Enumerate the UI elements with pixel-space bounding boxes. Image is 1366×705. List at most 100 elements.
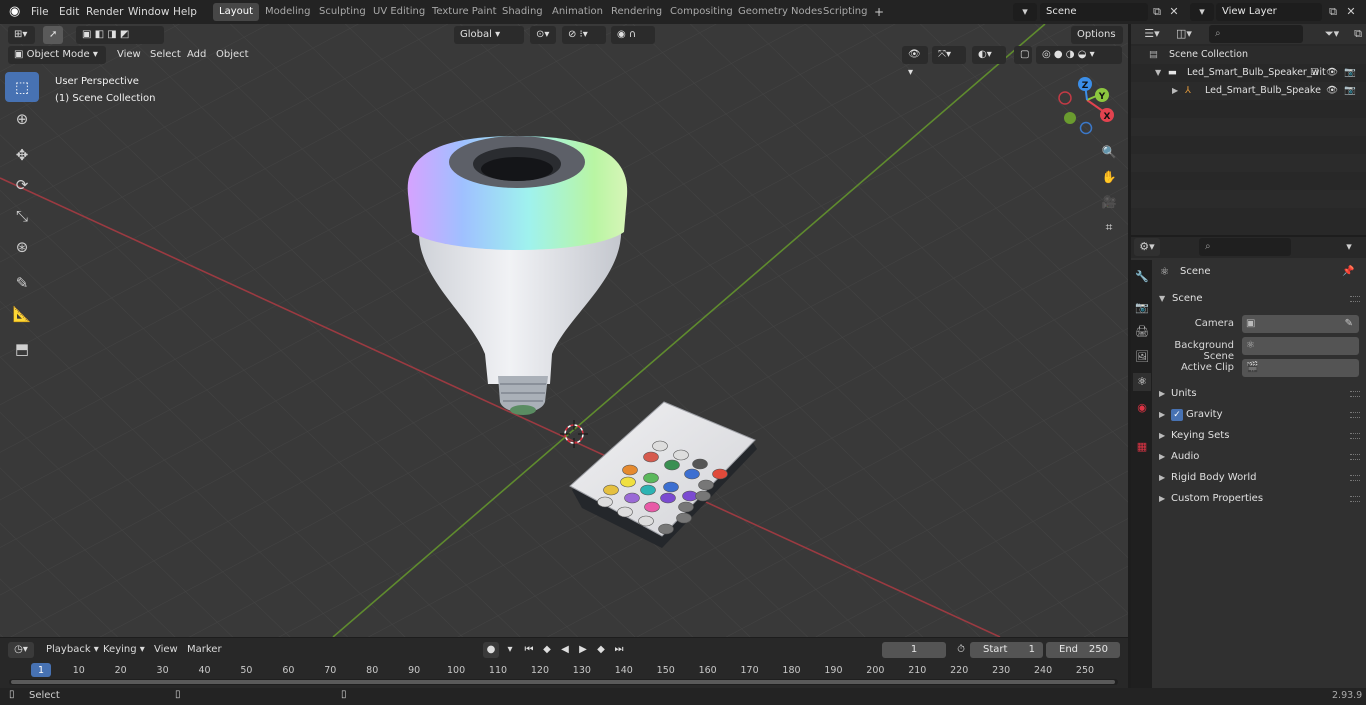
tab-scripting[interactable]: Scripting	[817, 3, 873, 21]
editor-type-icon[interactable]: ⊞▾	[8, 26, 35, 44]
tab-output-icon[interactable]: 🖨	[1133, 323, 1151, 341]
filter-icon[interactable]: ⏷▾	[1319, 25, 1345, 43]
shading-mode-icons[interactable]: ◎ ● ◑ ◒ ▾	[1036, 46, 1122, 64]
gizmo-toggle-icon[interactable]: ⤧▾	[932, 46, 966, 64]
tab-sculpting[interactable]: Sculpting	[313, 3, 372, 21]
record-icon[interactable]: ●	[483, 642, 499, 658]
drag-grip-icon[interactable]	[1350, 475, 1360, 481]
options-button[interactable]: Options	[1071, 26, 1123, 44]
proportional-edit-icon[interactable]: ◉ ∩	[611, 26, 655, 44]
menu-help[interactable]: Help	[173, 4, 197, 20]
menu-render[interactable]: Render	[86, 4, 123, 20]
tab-texture-paint[interactable]: Texture Paint	[426, 3, 503, 21]
new-collection-icon[interactable]: ⧉	[1349, 25, 1366, 43]
tab-scene-icon[interactable]: ⚛	[1133, 373, 1151, 391]
transform-tool-icon[interactable]: ⊛	[5, 232, 39, 262]
overlays-toggle-icon[interactable]: ◐▾	[972, 46, 1006, 64]
tab-tool-icon[interactable]: 🔧	[1133, 268, 1151, 286]
play-reverse-icon[interactable]: ◀	[557, 642, 573, 658]
preview-range-icon[interactable]: ⏱	[953, 642, 969, 658]
scene-browse-icon[interactable]: ▾	[1013, 3, 1037, 21]
outliner-editor-icon[interactable]: ☰▾	[1139, 25, 1165, 43]
navigation-gizmo[interactable]: X Y Z	[1055, 74, 1119, 138]
next-keyframe-icon[interactable]: ◆	[593, 642, 609, 658]
camera-view-icon[interactable]: 🎥	[1098, 191, 1120, 213]
start-frame-field[interactable]: Start 1	[970, 642, 1043, 658]
jump-start-icon[interactable]: ⏮	[521, 642, 537, 658]
rotate-tool-icon[interactable]: ⟳	[5, 170, 39, 200]
tab-animation[interactable]: Animation	[546, 3, 609, 21]
exclude-checkbox-icon[interactable]: ☑	[1310, 64, 1319, 82]
cursor-tool-icon[interactable]: ⊕	[5, 104, 39, 134]
add-workspace-button[interactable]: +	[868, 3, 890, 21]
new-view-layer-icon[interactable]: ⧉	[1324, 3, 1342, 21]
gravity-panel-header[interactable]: ▶ ✓ Gravity	[1156, 405, 1362, 425]
tab-compositing[interactable]: Compositing	[664, 3, 739, 21]
scale-tool-icon[interactable]: ⤡	[5, 201, 39, 231]
active-clip-field[interactable]: 🎬	[1242, 359, 1359, 377]
properties-options-icon[interactable]: ▾	[1340, 238, 1358, 256]
blender-logo-icon[interactable]: ◉	[9, 4, 20, 20]
record-options-icon[interactable]: ▾	[502, 642, 518, 658]
drag-grip-icon[interactable]	[1350, 454, 1360, 460]
menu-view[interactable]: View	[112, 46, 146, 64]
menu-timeline-view[interactable]: View	[154, 642, 178, 658]
visibility-eye-icon[interactable]: 👁	[1326, 82, 1338, 100]
menu-keying[interactable]: Keying ▾	[103, 642, 145, 658]
prev-keyframe-icon[interactable]: ◆	[539, 642, 555, 658]
visibility-eye-icon[interactable]: 👁	[1326, 64, 1338, 82]
select-box-tool-icon[interactable]: ⬚	[5, 72, 39, 102]
add-cube-tool-icon[interactable]: ⬒	[5, 334, 39, 364]
units-panel-header[interactable]: ▶ Units	[1156, 384, 1362, 404]
zoom-icon[interactable]: 🔍	[1098, 141, 1120, 163]
pan-hand-icon[interactable]: ✋	[1098, 166, 1120, 188]
menu-edit[interactable]: Edit	[59, 4, 79, 20]
outliner-row-collection[interactable]: ▼ ▬ Led_Smart_Bulb_Speaker_wit ☑ 👁 📷	[1131, 64, 1366, 82]
menu-select[interactable]: Select	[145, 46, 186, 64]
end-frame-field[interactable]: End 250	[1046, 642, 1120, 658]
tab-geometry-nodes[interactable]: Geometry Nodes	[732, 3, 828, 21]
camera-field[interactable]: ▣ ✎	[1242, 315, 1359, 333]
outliner-search-input[interactable]: ⌕	[1209, 25, 1303, 43]
audio-panel-header[interactable]: ▶ Audio	[1156, 447, 1362, 467]
properties-search-input[interactable]: ⌕	[1199, 238, 1291, 256]
view-layer-field[interactable]: View Layer	[1216, 3, 1322, 21]
menu-object[interactable]: Object	[211, 46, 254, 64]
menu-file[interactable]: File	[31, 4, 49, 20]
display-mode-icon[interactable]: ◫▾	[1171, 25, 1197, 43]
timeline-scrollbar[interactable]	[9, 679, 1118, 685]
view-layer-browse-icon[interactable]: ▾	[1190, 3, 1214, 21]
timeline-editor-icon[interactable]: ◷▾	[8, 642, 34, 658]
tab-uv-editing[interactable]: UV Editing	[367, 3, 431, 21]
object-mode-dropdown[interactable]: ▣ Object Mode ▾	[8, 46, 106, 64]
tab-world-icon[interactable]: ◉	[1133, 399, 1151, 417]
drag-grip-icon[interactable]	[1350, 391, 1360, 397]
drag-grip-icon[interactable]	[1350, 296, 1360, 302]
rigid-body-world-panel-header[interactable]: ▶ Rigid Body World	[1156, 468, 1362, 488]
annotate-tool-icon[interactable]: ✎	[5, 268, 39, 298]
delete-scene-icon[interactable]: ✕	[1165, 3, 1183, 21]
selection-mode-icons[interactable]: ▣ ◧ ◨ ◩	[76, 26, 164, 44]
expand-arrow-icon[interactable]: ▶	[1172, 82, 1178, 100]
outliner-row-object[interactable]: ▶ ⅄ Led_Smart_Bulb_Speake 👁 📷	[1131, 82, 1366, 100]
drag-grip-icon[interactable]	[1350, 496, 1360, 502]
scene-name-field[interactable]: Scene	[1040, 3, 1148, 21]
move-tool-icon[interactable]: ✥	[5, 140, 39, 170]
render-camera-icon[interactable]: 📷	[1344, 82, 1356, 100]
jump-end-icon[interactable]: ⏭	[611, 642, 627, 658]
delete-view-layer-icon[interactable]: ✕	[1342, 3, 1360, 21]
tab-layout[interactable]: Layout	[213, 3, 259, 21]
gravity-checkbox[interactable]: ✓	[1171, 409, 1183, 421]
xray-toggle-icon[interactable]: ▢	[1014, 46, 1032, 64]
menu-window[interactable]: Window	[128, 4, 169, 20]
menu-playback[interactable]: Playback ▾	[46, 642, 99, 658]
drag-grip-icon[interactable]	[1350, 433, 1360, 439]
pin-icon[interactable]: 📌	[1342, 266, 1354, 277]
eyedropper-icon[interactable]: ✎	[1345, 315, 1353, 333]
play-icon[interactable]: ▶	[575, 642, 591, 658]
tab-texture-icon[interactable]: ▦	[1133, 438, 1151, 456]
new-scene-icon[interactable]: ⧉	[1148, 3, 1166, 21]
snap-icon[interactable]: ⊘ ⁝▾	[562, 26, 606, 44]
tab-view-layer-icon[interactable]: 🖼	[1133, 348, 1151, 366]
tab-shading[interactable]: Shading	[496, 3, 549, 21]
